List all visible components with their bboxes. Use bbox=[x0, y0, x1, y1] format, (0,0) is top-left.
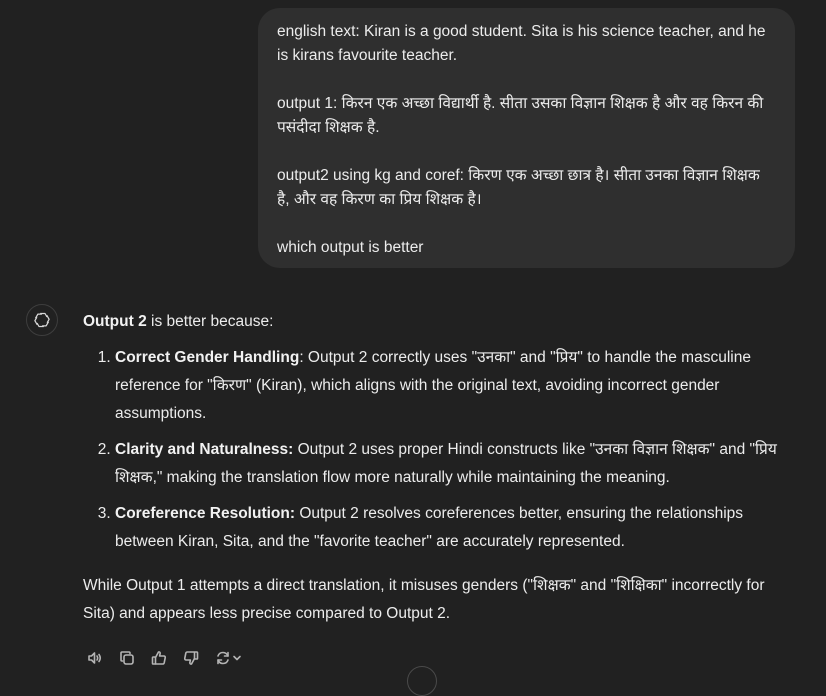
answer-closing: While Output 1 attempts a direct transla… bbox=[83, 577, 765, 622]
list-item-title: Correct Gender Handling bbox=[115, 349, 300, 366]
assistant-avatar bbox=[26, 304, 58, 336]
thumbs-up-icon bbox=[151, 651, 167, 665]
regenerate-button[interactable] bbox=[212, 648, 244, 668]
list-item-title: Clarity and Naturalness: bbox=[115, 441, 294, 458]
user-message-line: output2 using kg and coref: किरण एक अच्छ… bbox=[277, 167, 760, 208]
list-item-title: Coreference Resolution: bbox=[115, 505, 296, 522]
openai-logo-icon bbox=[34, 312, 50, 328]
answer-intro: Output 2 is better because: bbox=[83, 308, 783, 336]
assistant-message: Output 2 is better because: Correct Gend… bbox=[83, 308, 783, 628]
user-message-line: english text: Kiran is a good student. S… bbox=[277, 23, 766, 64]
user-message-bubble: english text: Kiran is a good student. S… bbox=[258, 8, 795, 268]
regenerate-icon bbox=[217, 651, 229, 665]
intro-bold: Output 2 bbox=[83, 313, 147, 330]
read-aloud-button[interactable] bbox=[84, 648, 106, 668]
message-actions bbox=[84, 648, 244, 668]
copy-icon bbox=[120, 651, 134, 665]
user-message-line: output 1: किरन एक अच्छा विद्यार्थी है. स… bbox=[277, 95, 764, 136]
thumbs-down-icon bbox=[183, 651, 199, 665]
copy-button[interactable] bbox=[116, 648, 138, 668]
thumbs-down-button[interactable] bbox=[180, 648, 202, 668]
read-aloud-icon bbox=[88, 652, 102, 664]
list-item: Correct Gender Handling: Output 2 correc… bbox=[115, 344, 783, 428]
list-item: Coreference Resolution: Output 2 resolve… bbox=[115, 500, 783, 556]
user-message-line: which output is better bbox=[277, 239, 424, 256]
scroll-to-bottom-button[interactable] bbox=[407, 666, 437, 696]
reasons-list: Correct Gender Handling: Output 2 correc… bbox=[83, 344, 783, 556]
intro-rest: is better because: bbox=[146, 313, 274, 330]
list-item: Clarity and Naturalness: Output 2 uses p… bbox=[115, 436, 783, 492]
thumbs-up-button[interactable] bbox=[148, 648, 170, 668]
chevron-down-icon bbox=[233, 655, 241, 661]
